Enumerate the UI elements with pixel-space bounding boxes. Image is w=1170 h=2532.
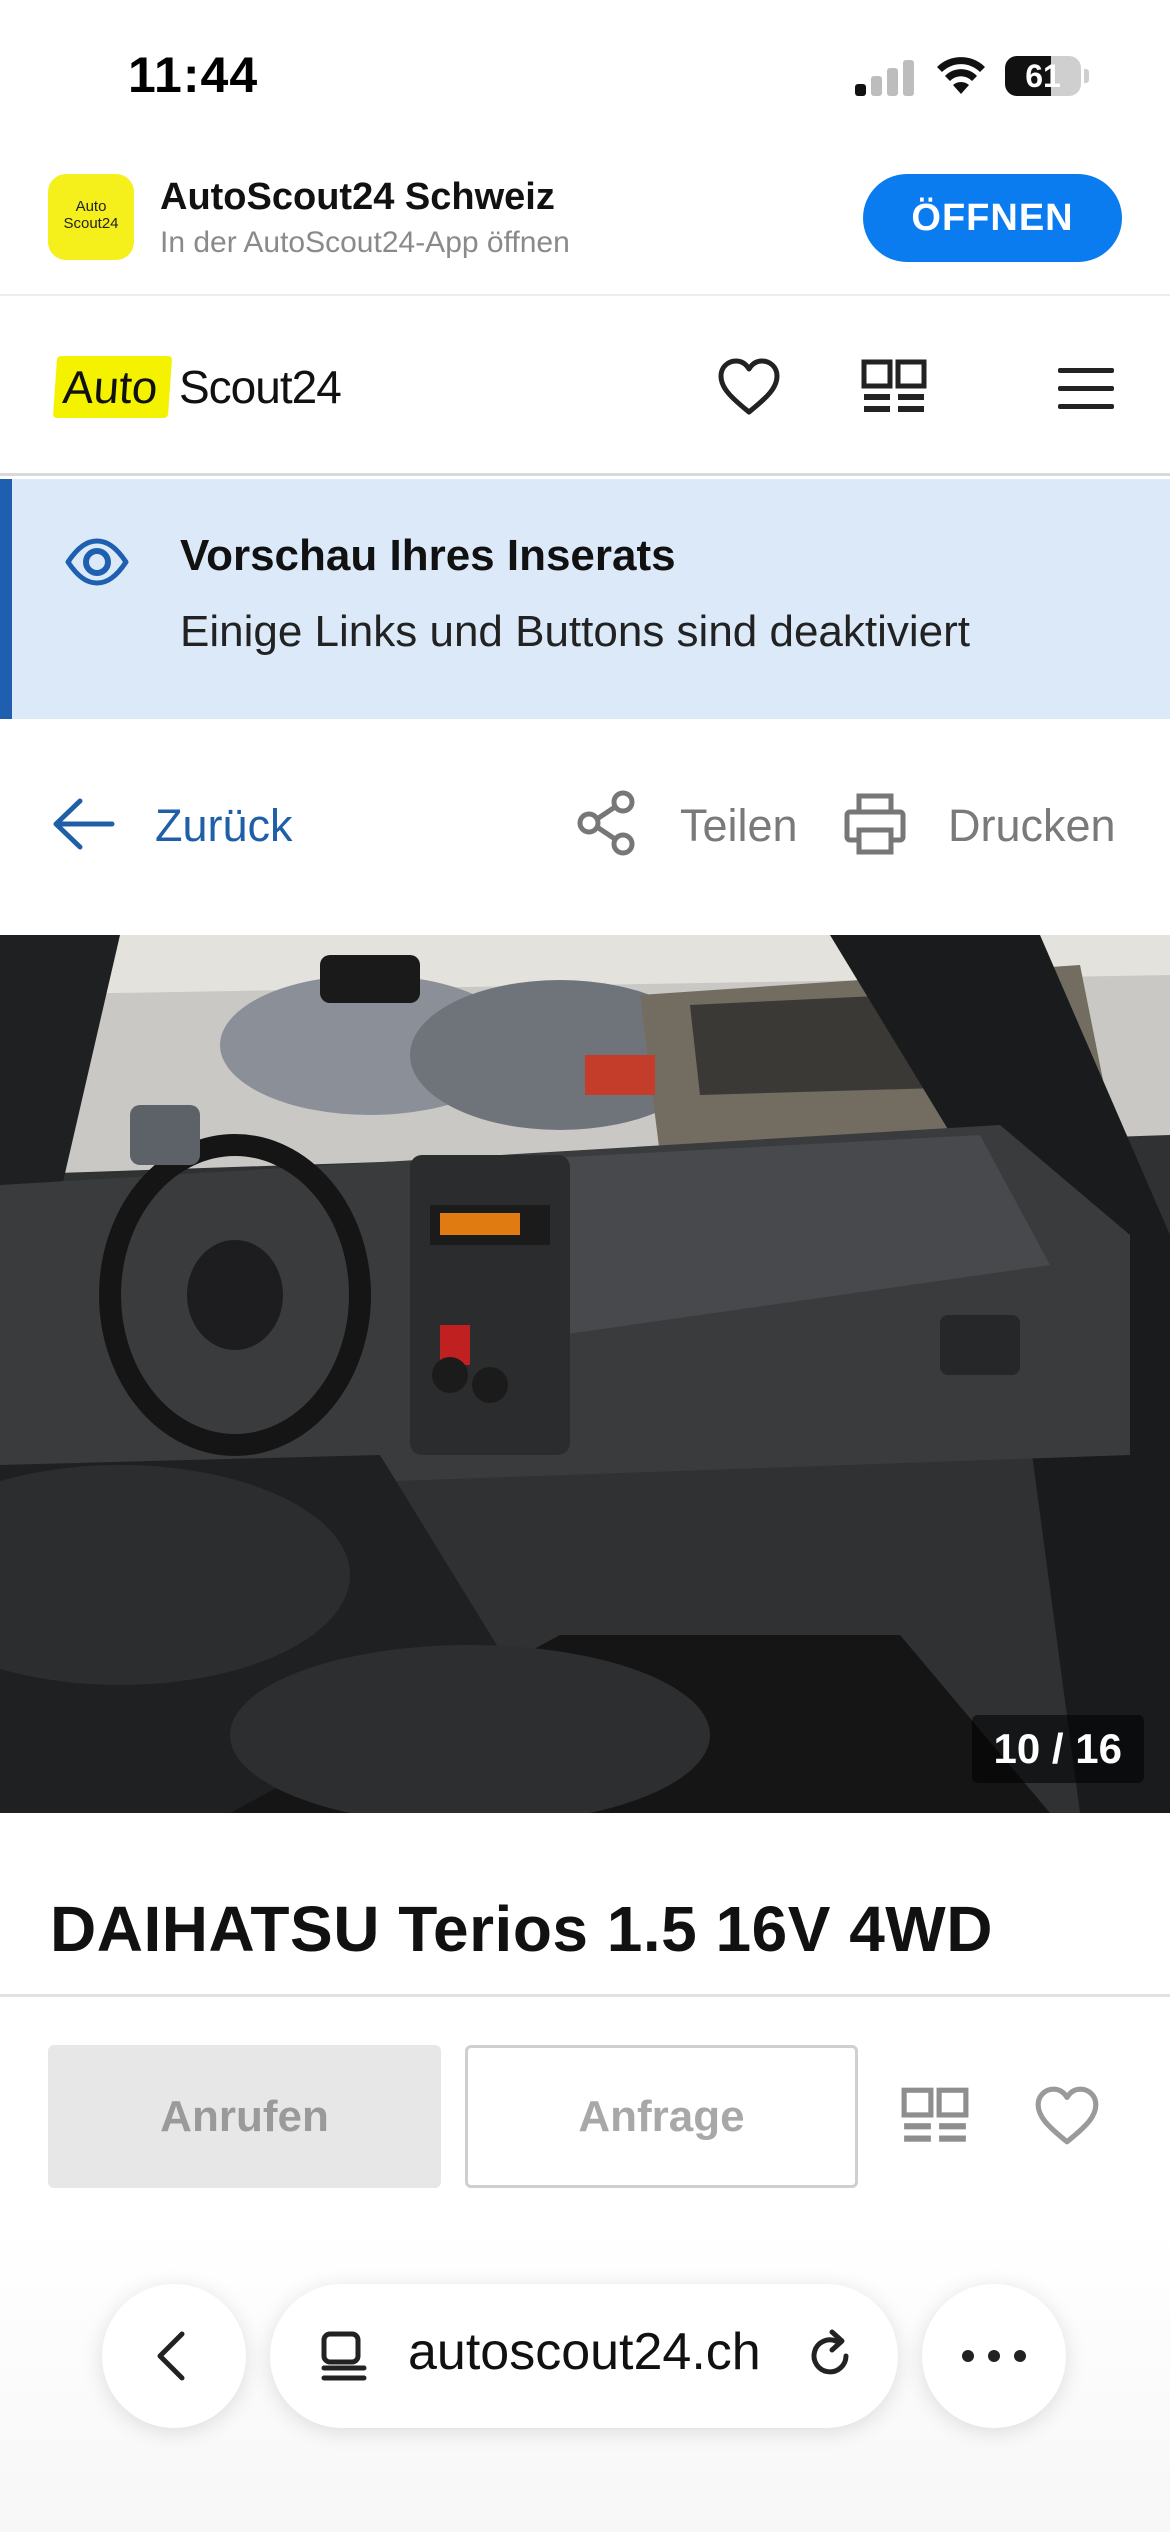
car-interior-photo bbox=[0, 935, 1170, 1813]
eye-icon bbox=[65, 538, 129, 586]
app-icon: Auto Scout24 bbox=[48, 174, 134, 260]
divider bbox=[0, 1994, 1170, 1997]
url-text: autoscout24.ch bbox=[408, 2323, 761, 2381]
app-banner-subtitle: In der AutoScout24-App öffnen bbox=[160, 226, 570, 259]
battery-icon: 61 bbox=[1005, 56, 1089, 96]
app-icon-text-line2: Scout24 bbox=[63, 215, 119, 232]
heart-icon[interactable] bbox=[1032, 2082, 1102, 2152]
print-label: Drucken bbox=[948, 800, 1116, 851]
page-menu-icon[interactable] bbox=[316, 2328, 372, 2384]
call-button[interactable]: Anrufen bbox=[48, 2045, 441, 2188]
compare-icon[interactable] bbox=[860, 354, 928, 422]
back-label: Zurück bbox=[155, 800, 293, 851]
open-app-button[interactable]: ÖFFNEN bbox=[863, 174, 1122, 262]
chevron-left-icon bbox=[157, 2331, 185, 2381]
compare-icon[interactable] bbox=[900, 2082, 970, 2152]
preview-title: Vorschau Ihres Inserats bbox=[180, 531, 676, 580]
menu-icon[interactable] bbox=[1052, 354, 1120, 422]
app-install-banner: Auto Scout24 AutoScout24 Schweiz In der … bbox=[0, 150, 1170, 296]
wifi-icon bbox=[937, 57, 985, 94]
photo-counter: 10 / 16 bbox=[971, 1715, 1144, 1783]
photo-gallery[interactable]: 10 / 16 bbox=[0, 935, 1170, 1813]
printer-icon bbox=[844, 793, 906, 855]
listing-title: DAIHATSU Terios 1.5 16V 4WD bbox=[50, 1893, 993, 1965]
reload-icon[interactable] bbox=[802, 2328, 858, 2384]
cellular-signal-icon bbox=[855, 58, 915, 96]
status-time: 11:44 bbox=[128, 47, 259, 103]
logo-auto: Auto bbox=[52, 356, 172, 418]
inquiry-button[interactable]: Anfrage bbox=[465, 2045, 858, 2188]
preview-notice: Vorschau Ihres Inserats Einige Links und… bbox=[0, 479, 1170, 719]
browser-toolbar: autoscout24.ch bbox=[0, 2226, 1170, 2532]
favorites-heart-icon[interactable] bbox=[715, 354, 783, 422]
arrow-left-icon bbox=[53, 798, 115, 850]
share-icon bbox=[577, 790, 635, 856]
site-header: Auto Scout24 bbox=[0, 296, 1170, 476]
app-banner-title: AutoScout24 Schweiz bbox=[160, 176, 555, 218]
status-bar: 11:44 61 bbox=[0, 0, 1170, 150]
more-options-button[interactable] bbox=[922, 2284, 1066, 2428]
app-icon-text-line1: Auto bbox=[75, 198, 107, 215]
logo-scout24: Scout24 bbox=[179, 361, 342, 413]
share-label: Teilen bbox=[680, 800, 798, 851]
preview-text: Einige Links und Buttons sind deaktivier… bbox=[180, 607, 971, 656]
battery-percent: 61 bbox=[1025, 58, 1061, 94]
address-bar[interactable]: autoscout24.ch bbox=[270, 2284, 898, 2428]
browser-back-button[interactable] bbox=[102, 2284, 246, 2428]
more-dots-icon bbox=[962, 2350, 1026, 2362]
